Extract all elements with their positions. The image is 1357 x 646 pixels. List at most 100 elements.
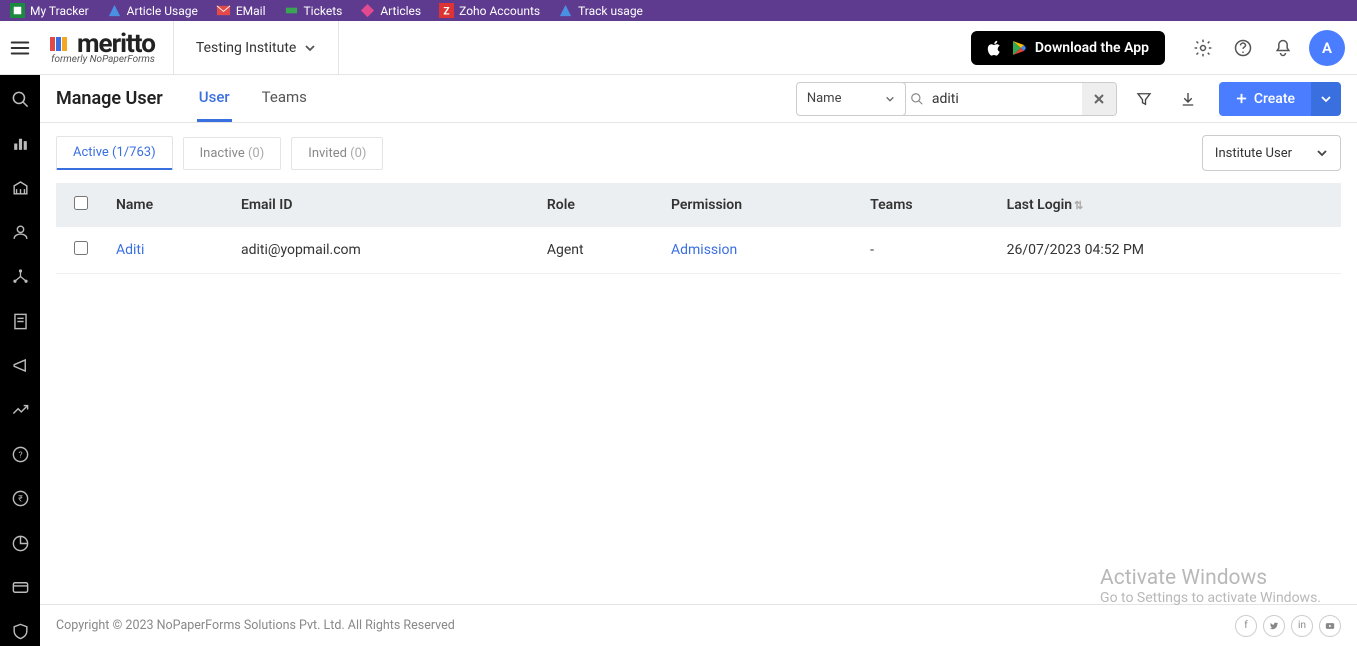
side-nav: ? ₹ <box>0 75 40 646</box>
permission-link[interactable]: Admission <box>671 242 737 258</box>
chevron-down-icon <box>1316 147 1328 159</box>
nav-help[interactable]: ? <box>0 440 40 468</box>
linkedin-link[interactable]: in <box>1291 615 1313 637</box>
nav-institute[interactable] <box>0 174 40 202</box>
facebook-link[interactable]: f <box>1235 615 1257 637</box>
filter-button[interactable] <box>1127 82 1161 116</box>
brand-logo[interactable]: meritto formerly NoPaperForms <box>40 21 174 74</box>
close-icon <box>1092 92 1106 106</box>
col-name[interactable]: Name <box>106 183 231 227</box>
filter-tab-inactive[interactable]: Inactive (0) <box>183 137 282 170</box>
copyright-text: Copyright © 2023 NoPaperForms Solutions … <box>56 618 455 633</box>
download-app-button[interactable]: Download the App <box>971 31 1165 65</box>
notifications-button[interactable] <box>1263 28 1303 68</box>
chevron-down-icon <box>1320 93 1332 105</box>
tab-teams[interactable]: Teams <box>260 75 309 122</box>
app-header: meritto formerly NoPaperForms Testing In… <box>0 21 1357 75</box>
top-tabs: User Teams <box>197 75 309 122</box>
create-dropdown-button[interactable] <box>1311 82 1341 116</box>
nav-campaigns[interactable] <box>0 351 40 379</box>
clear-search-button[interactable] <box>1082 83 1116 115</box>
linkedin-icon: in <box>1298 620 1306 631</box>
row-checkbox[interactable] <box>74 241 88 255</box>
triangle-icon <box>558 3 573 18</box>
col-last-login[interactable]: Last Login⇅ <box>997 183 1341 227</box>
col-permission[interactable]: Permission <box>661 183 860 227</box>
bookmark-my-tracker[interactable]: My Tracker <box>10 3 89 18</box>
bookmark-articles[interactable]: Articles <box>360 3 421 18</box>
zoho-icon: Z <box>439 3 454 18</box>
page-title: Manage User <box>56 88 163 109</box>
settings-button[interactable] <box>1183 28 1223 68</box>
browser-bookmarks-bar: My Tracker Article Usage EMail Tickets A… <box>0 0 1357 21</box>
nav-finance[interactable]: ₹ <box>0 485 40 513</box>
search-input[interactable] <box>932 91 1082 107</box>
nav-trends[interactable] <box>0 396 40 424</box>
nav-search[interactable] <box>0 85 40 113</box>
bookmark-tickets[interactable]: Tickets <box>284 3 343 18</box>
nav-network[interactable] <box>0 263 40 291</box>
cell-last-login: 26/07/2023 04:52 PM <box>997 227 1341 274</box>
main-content: Manage User User Teams Name <box>40 75 1357 646</box>
playstore-icon <box>1011 40 1027 56</box>
bookmark-zoho[interactable]: Z Zoho Accounts <box>439 3 540 18</box>
filter-tabs-row: Active (1/763) Inactive (0) Invited (0) … <box>40 123 1357 183</box>
select-all-header <box>56 183 106 227</box>
col-role[interactable]: Role <box>537 183 661 227</box>
bookmark-label: Articles <box>380 4 421 18</box>
diamond-icon <box>360 3 375 18</box>
user-name-link[interactable]: Aditi <box>116 242 144 258</box>
col-email[interactable]: Email ID <box>231 183 537 227</box>
svg-text:Z: Z <box>444 4 450 17</box>
youtube-link[interactable] <box>1319 615 1341 637</box>
nav-forms[interactable] <box>0 307 40 335</box>
users-table: Name Email ID Role Permission Teams Last… <box>56 183 1341 274</box>
page-footer: Copyright © 2023 NoPaperForms Solutions … <box>40 604 1357 646</box>
menu-toggle-button[interactable] <box>0 37 40 59</box>
search-icon <box>902 92 932 106</box>
bookmark-label: Article Usage <box>127 4 198 18</box>
search-field-dropdown[interactable]: Name <box>796 82 906 116</box>
user-type-value: Institute User <box>1215 146 1292 161</box>
table-row: Aditi aditi@yopmail.com Agent Admission … <box>56 227 1341 274</box>
nav-analytics[interactable] <box>0 129 40 157</box>
svg-text:?: ? <box>18 450 22 460</box>
create-label: Create <box>1254 91 1295 107</box>
twitter-icon <box>1269 621 1279 631</box>
chevron-down-icon <box>304 42 316 54</box>
apple-icon <box>987 40 1003 56</box>
search-box <box>902 82 1117 116</box>
mail-icon <box>216 3 231 18</box>
plus-icon <box>1235 92 1248 105</box>
help-button[interactable] <box>1223 28 1263 68</box>
export-button[interactable] <box>1171 82 1205 116</box>
triangle-icon <box>107 3 122 18</box>
search-field-value: Name <box>807 91 842 106</box>
bookmark-article-usage[interactable]: Article Usage <box>107 3 198 18</box>
nav-security[interactable] <box>0 618 40 646</box>
select-all-checkbox[interactable] <box>74 196 88 210</box>
twitter-link[interactable] <box>1263 615 1285 637</box>
nav-payments[interactable] <box>0 573 40 601</box>
chevron-down-icon <box>885 94 895 104</box>
nav-users[interactable] <box>0 218 40 246</box>
ticket-icon <box>284 3 299 18</box>
institute-selector[interactable]: Testing Institute <box>174 21 339 74</box>
cell-permission: Admission <box>661 227 860 274</box>
user-avatar[interactable]: A <box>1309 30 1345 66</box>
institute-name: Testing Institute <box>196 40 296 56</box>
filter-label: Inactive <box>200 146 245 161</box>
brand-name: meritto <box>77 31 155 57</box>
filter-tab-invited[interactable]: Invited (0) <box>291 137 383 170</box>
bookmark-track-usage[interactable]: Track usage <box>558 3 643 18</box>
create-button[interactable]: Create <box>1219 82 1311 116</box>
funnel-icon <box>1135 90 1153 108</box>
bookmark-email[interactable]: EMail <box>216 3 266 18</box>
user-type-dropdown[interactable]: Institute User <box>1202 135 1341 171</box>
col-teams[interactable]: Teams <box>860 183 996 227</box>
filter-tab-active[interactable]: Active (1/763) <box>56 136 173 170</box>
nav-reports[interactable] <box>0 529 40 557</box>
filter-label: Active <box>73 145 109 160</box>
tab-user[interactable]: User <box>197 75 232 122</box>
cell-email: aditi@yopmail.com <box>231 227 537 274</box>
